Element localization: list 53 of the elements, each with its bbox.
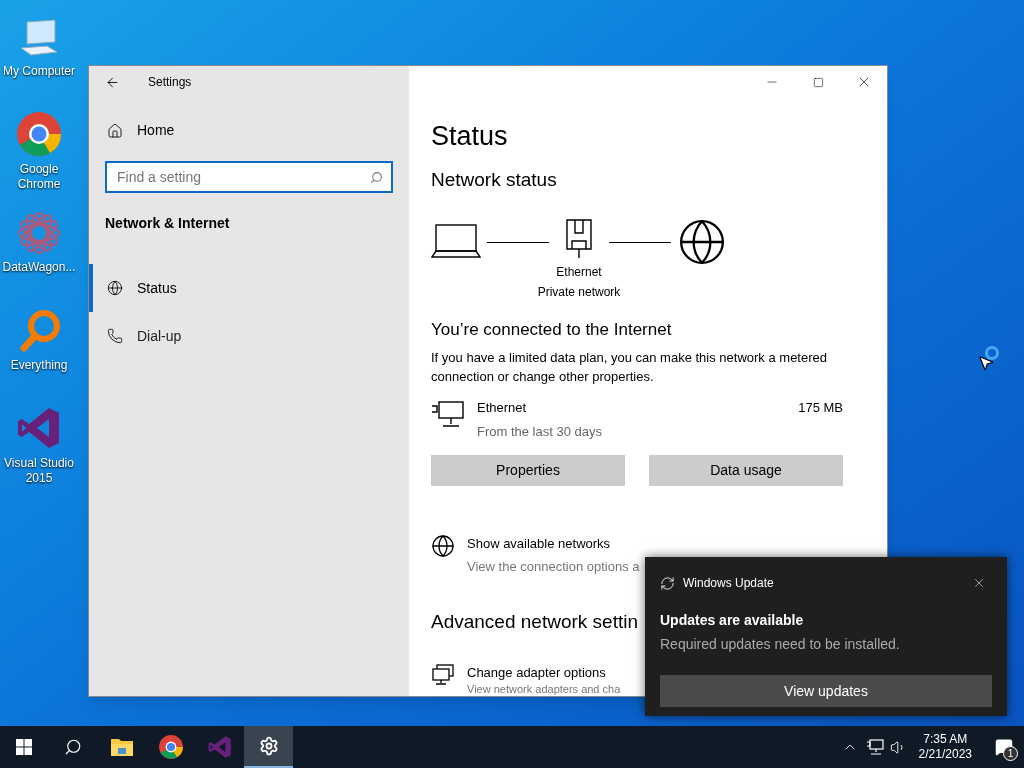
windows-logo-icon — [16, 739, 32, 755]
desktop-icon-label[interactable]: Everything — [10, 358, 68, 373]
clock-time[interactable]: 7:35 AM — [923, 732, 968, 747]
page-title: Status — [431, 120, 509, 153]
connection-detail: From the last 30 days — [477, 422, 603, 441]
chrome-icon — [15, 110, 63, 158]
maximize-icon — [812, 76, 824, 88]
clock-date[interactable]: 2/21/2023 — [918, 747, 972, 762]
data-usage-value: 175 MB — [798, 399, 843, 417]
nav-item[interactable]: Dial-up — [89, 312, 409, 360]
link-title[interactable]: Show available networks — [467, 534, 640, 554]
folder-icon — [109, 737, 134, 757]
link-description: View network adapters and cha — [467, 683, 621, 695]
network-name: Ethernet — [556, 263, 602, 281]
view-updates-button[interactable]: View updates — [660, 675, 992, 707]
network-type: Private network — [537, 283, 621, 301]
home-link[interactable]: Home — [137, 120, 175, 141]
back-icon[interactable] — [105, 74, 120, 90]
taskbar-app-button[interactable] — [244, 726, 293, 768]
home-icon — [107, 122, 123, 139]
notification-body: Required updates need to be installed. — [660, 635, 901, 654]
link-title[interactable]: Change adapter options — [467, 662, 621, 682]
globe-icon — [431, 534, 455, 558]
window-title: Settings — [148, 74, 192, 91]
chrome-icon — [157, 734, 184, 760]
monitors-icon — [431, 662, 455, 687]
action-button[interactable]: Data usage — [649, 455, 843, 486]
description-text: If you have a limited data plan, you can make this network a metered connection or change other properties. — [431, 349, 828, 386]
search-field[interactable]: Find a setting — [105, 161, 393, 193]
section-heading: Advanced network settin — [431, 610, 638, 634]
section-heading: Network status — [431, 168, 558, 192]
desktop-icon-label[interactable]: Visual Studio 2015 — [0, 456, 78, 486]
laptop-icon — [431, 222, 481, 261]
search-icon — [63, 738, 82, 756]
flower-pattern-icon — [16, 210, 62, 256]
ethernet-plug-icon — [565, 218, 593, 259]
visual-studio-icon — [206, 734, 233, 760]
action-button[interactable]: Properties — [431, 455, 625, 486]
close-icon[interactable] — [972, 576, 986, 590]
link-description: View the connection options a — [467, 557, 640, 576]
ethernet-adapter-icon — [431, 400, 465, 430]
notification-count-badge: 1 — [1003, 746, 1018, 761]
globe-icon — [107, 280, 123, 296]
notification-app: Windows Update — [683, 575, 775, 592]
section-heading: You’re connected to the Internet — [431, 318, 673, 341]
network-icon[interactable] — [865, 739, 884, 755]
settings-icon — [258, 736, 279, 756]
search-icon — [370, 171, 383, 184]
connection-name: Ethernet — [477, 399, 528, 417]
section-heading: Network & Internet — [104, 214, 231, 233]
phone-icon — [107, 328, 123, 344]
update-icon — [660, 575, 675, 591]
notification-title: Updates are available — [660, 611, 805, 630]
